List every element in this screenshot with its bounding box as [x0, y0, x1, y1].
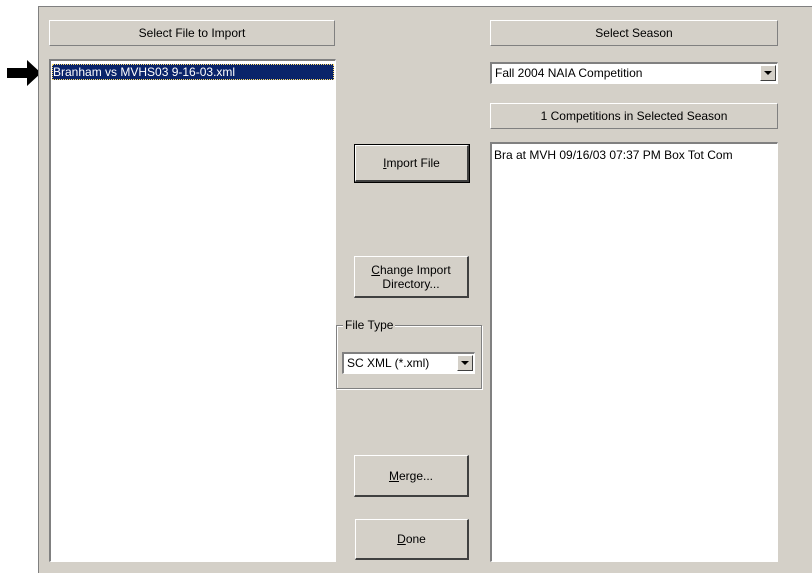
competition-list-item[interactable]: Bra at MVH 09/16/03 07:37 PM Box Tot Com — [493, 147, 776, 163]
file-type-select[interactable]: SC XML (*.xml) — [342, 352, 475, 374]
season-header: Select Season — [490, 20, 778, 46]
file-list-header: Select File to Import — [49, 20, 335, 46]
competitions-header: 1 Competitions in Selected Season — [490, 103, 778, 129]
done-label: Done — [397, 532, 426, 546]
file-list-item[interactable]: Branham vs MVHS03 9-16-03.xml — [52, 64, 334, 80]
file-type-label: File Type — [343, 318, 396, 332]
change-import-directory-button[interactable]: Change Import Directory... — [354, 256, 469, 298]
import-file-button[interactable]: Import File — [354, 144, 470, 183]
callout-arrow-files-icon — [7, 60, 41, 86]
competition-list[interactable]: Bra at MVH 09/16/03 07:37 PM Box Tot Com — [490, 142, 778, 562]
file-type-group: File Type SC XML (*.xml) — [336, 318, 482, 389]
season-select[interactable]: Fall 2004 NAIA Competition — [490, 62, 778, 84]
done-button[interactable]: Done — [355, 519, 469, 560]
import-file-label: Import File — [383, 156, 440, 170]
merge-button[interactable]: Merge... — [354, 455, 469, 497]
season-value: Fall 2004 NAIA Competition — [495, 66, 643, 80]
merge-label: Merge... — [388, 468, 434, 483]
import-dialog: Select File to Import Branham vs MVHS03 … — [38, 6, 812, 573]
chevron-down-icon[interactable] — [457, 355, 473, 371]
file-type-value: SC XML (*.xml) — [347, 356, 430, 370]
chevron-down-icon[interactable] — [760, 65, 776, 81]
change-import-directory-label: Change Import Directory... — [371, 262, 451, 291]
file-list[interactable]: Branham vs MVHS03 9-16-03.xml — [49, 59, 336, 562]
